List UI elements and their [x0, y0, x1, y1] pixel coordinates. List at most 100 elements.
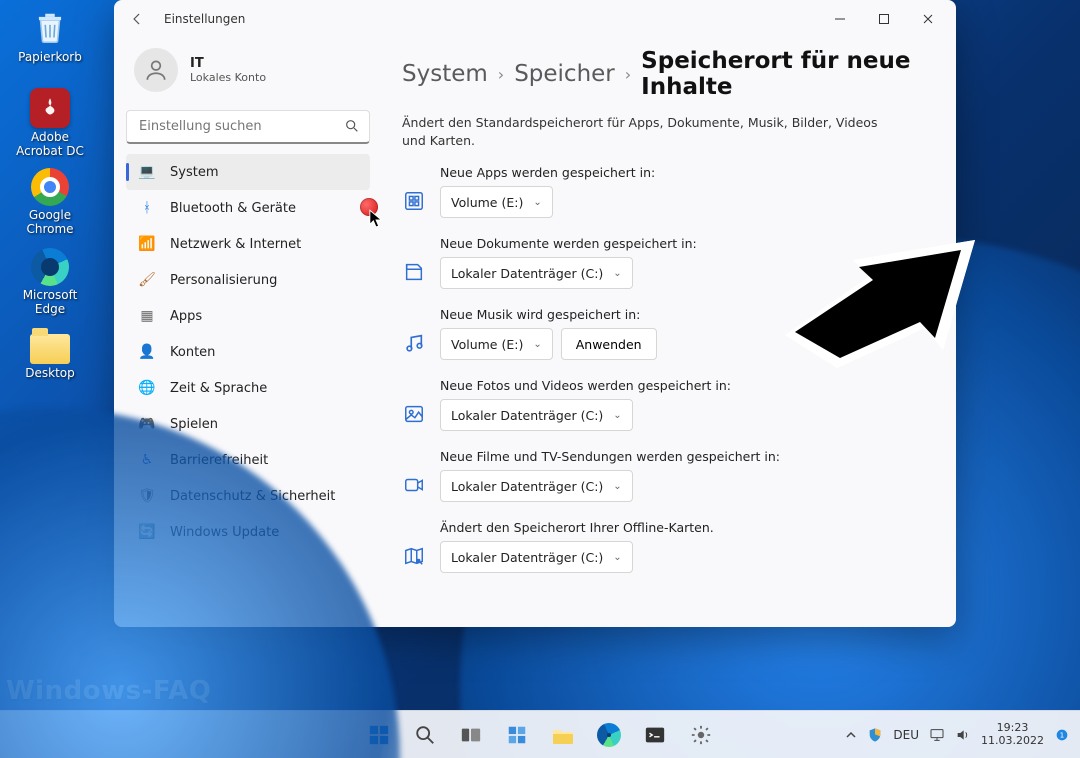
nav-icon: 🎮 — [138, 416, 156, 432]
close-button[interactable] — [906, 3, 950, 35]
setting-label: Neue Fotos und Videos werden gespeichert… — [440, 378, 731, 393]
breadcrumb-current: Speicherort für neue Inhalte — [641, 48, 930, 100]
nav-item-bluetooth-ger-te[interactable]: ᚼBluetooth & Geräte — [126, 190, 370, 226]
edge-icon — [31, 248, 69, 286]
tray-chevron-icon[interactable] — [845, 729, 857, 741]
search-box[interactable] — [126, 110, 370, 144]
nav-item-windows-update[interactable]: 🔄Windows Update — [126, 514, 370, 550]
location-dropdown[interactable]: Volume (E:) ⌄ — [440, 186, 553, 218]
nav-icon: ♿ — [138, 452, 156, 468]
nav-item-barrierefreiheit[interactable]: ♿ Barrierefreiheit — [126, 442, 370, 478]
nav-icon: 📶 — [138, 236, 156, 252]
nav-item-personalisierung[interactable]: 🖌 Personalisierung — [126, 262, 370, 298]
widgets-button[interactable] — [497, 715, 537, 755]
folder-icon — [30, 334, 70, 364]
start-button[interactable] — [359, 715, 399, 755]
tray-network-icon[interactable] — [929, 727, 945, 743]
chevron-down-icon: ⌄ — [613, 552, 621, 563]
notifications-button[interactable]: 1 — [1054, 727, 1070, 743]
nav-item-netzwerk-internet[interactable]: 📶 Netzwerk & Internet — [126, 226, 370, 262]
location-dropdown[interactable]: Volume (E:) ⌄ — [440, 328, 553, 360]
breadcrumb-system[interactable]: System — [402, 61, 488, 87]
tray-date: 11.03.2022 — [981, 735, 1044, 748]
avatar-icon — [134, 48, 178, 92]
taskbar-search-button[interactable] — [405, 715, 445, 755]
nav-icon: ᚼ — [138, 200, 156, 216]
tray-security-icon[interactable] — [867, 727, 883, 743]
setting-label: Neue Dokumente werden gespeichert in: — [440, 236, 697, 251]
location-dropdown[interactable]: Lokaler Datenträger (C:) ⌄ — [440, 541, 633, 573]
nav-label: Netzwerk & Internet — [170, 237, 301, 252]
dropdown-value: Lokaler Datenträger (C:) — [451, 408, 603, 423]
taskbar: DEU 19:23 11.03.2022 1 — [0, 710, 1080, 758]
apps-icon — [402, 189, 426, 213]
apply-button[interactable]: Anwenden — [561, 328, 657, 360]
nav-item-datenschutz-sicherheit[interactable]: 🛡Datenschutz & Sicherheit — [126, 478, 370, 514]
svg-text:1: 1 — [1060, 730, 1065, 739]
nav-label: Personalisierung — [170, 273, 277, 288]
window-title: Einstellungen — [164, 12, 245, 26]
search-icon — [344, 118, 360, 134]
explorer-button[interactable] — [543, 715, 583, 755]
desktop-icon-folder[interactable]: Desktop — [10, 328, 90, 380]
terminal-button[interactable] — [635, 715, 675, 755]
breadcrumb-storage[interactable]: Speicher — [514, 61, 615, 87]
nav-icon: 👤 — [138, 344, 156, 360]
breadcrumb: System › Speicher › Speicherort für neue… — [402, 48, 930, 100]
sidebar: IT Lokales Konto 💻 System ᚼBluetooth & Ger… — [114, 38, 382, 627]
location-dropdown[interactable]: Lokaler Datenträger (C:) ⌄ — [440, 399, 633, 431]
edge-taskbar-button[interactable] — [589, 715, 629, 755]
nav-label: System — [170, 165, 218, 180]
recycle-bin-icon — [30, 8, 70, 48]
nav-label: Barrierefreiheit — [170, 453, 268, 468]
nav-item-system[interactable]: 💻 System — [126, 154, 370, 190]
dropdown-value: Lokaler Datenträger (C:) — [451, 479, 603, 494]
nav-item-zeit-sprache[interactable]: 🌐Zeit & Sprache — [126, 370, 370, 406]
setting-label: Ändert den Speicherort Ihrer Offline-Kar… — [440, 520, 714, 535]
chevron-down-icon: ⌄ — [533, 197, 541, 208]
profile-subtitle: Lokales Konto — [190, 71, 266, 84]
back-button[interactable] — [130, 12, 144, 26]
chevron-right-icon: › — [498, 65, 504, 84]
settings-taskbar-button[interactable] — [681, 715, 721, 755]
profile-block[interactable]: IT Lokales Konto — [126, 42, 370, 106]
nav-item-konten[interactable]: 👤 Konten — [126, 334, 370, 370]
search-input[interactable] — [126, 110, 370, 144]
nav-label: Konten — [170, 345, 215, 360]
nav-icon: 🔄 — [138, 524, 156, 540]
clock[interactable]: 19:23 11.03.2022 — [981, 722, 1044, 747]
dropdown-value: Lokaler Datenträger (C:) — [451, 550, 603, 565]
task-view-button[interactable] — [451, 715, 491, 755]
tray-time: 19:23 — [997, 722, 1029, 735]
nav-label: Spielen — [170, 417, 218, 432]
storage-setting-row: Neue Fotos und Videos werden gespeichert… — [402, 378, 930, 431]
desktop-icon-recycle-bin[interactable]: Papierkorb — [10, 8, 90, 64]
acrobat-icon — [30, 88, 70, 128]
nav-label: Apps — [170, 309, 202, 324]
desktop-icon-chrome[interactable]: Google Chrome — [10, 168, 90, 236]
nav-item-apps[interactable]: ▦ Apps — [126, 298, 370, 334]
taskbar-center — [359, 715, 721, 755]
watermark: Windows-FAQ — [6, 676, 211, 706]
nav: 💻 System ᚼBluetooth & Geräte 📶 Netzwerk & In… — [126, 154, 370, 550]
nav-icon: 🖌 — [138, 272, 156, 288]
document-icon — [402, 260, 426, 284]
cursor-icon — [369, 209, 383, 229]
desktop-icon-edge[interactable]: Microsoft Edge — [10, 248, 90, 316]
storage-setting-row: Ändert den Speicherort Ihrer Offline-Kar… — [402, 520, 930, 573]
location-dropdown[interactable]: Lokaler Datenträger (C:) ⌄ — [440, 257, 633, 289]
nav-icon: 💻 — [138, 164, 156, 180]
nav-icon: ▦ — [138, 308, 156, 324]
nav-item-spielen[interactable]: 🎮 Spielen — [126, 406, 370, 442]
video-icon — [402, 473, 426, 497]
storage-setting-row: Neue Apps werden gespeichert in: Volume … — [402, 165, 930, 218]
location-dropdown[interactable]: Lokaler Datenträger (C:) ⌄ — [440, 470, 633, 502]
minimize-button[interactable] — [818, 3, 862, 35]
language-indicator[interactable]: DEU — [893, 728, 919, 742]
profile-name: IT — [190, 56, 266, 71]
chrome-icon — [31, 168, 69, 206]
tray-volume-icon[interactable] — [955, 727, 971, 743]
chevron-down-icon: ⌄ — [613, 268, 621, 279]
desktop-icon-acrobat[interactable]: Adobe Acrobat DC — [10, 88, 90, 158]
maximize-button[interactable] — [862, 3, 906, 35]
